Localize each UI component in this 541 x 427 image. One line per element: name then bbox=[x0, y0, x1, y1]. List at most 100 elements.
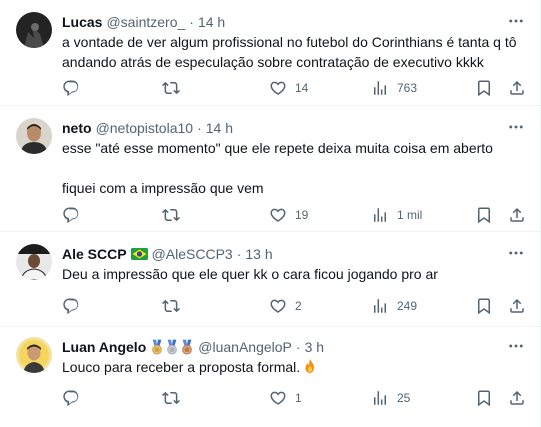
like-button[interactable]: 1 bbox=[269, 387, 302, 409]
reply-button[interactable] bbox=[62, 77, 80, 99]
action-bar: 19 1 mil bbox=[62, 204, 525, 226]
tweet-text: esse "até esse momento" que ele repete d… bbox=[62, 138, 525, 198]
reply-button[interactable] bbox=[62, 204, 80, 226]
author-name[interactable]: Luan Angelo bbox=[62, 339, 146, 355]
medal-icon bbox=[165, 339, 179, 356]
like-button[interactable]: 2 bbox=[269, 295, 302, 317]
retweet-button[interactable] bbox=[162, 204, 180, 226]
views-button[interactable]: 25 bbox=[371, 387, 410, 409]
separator-dot: · bbox=[189, 14, 194, 30]
separator-dot: · bbox=[197, 120, 202, 136]
more-options-button[interactable] bbox=[505, 10, 527, 32]
medal-icon bbox=[150, 339, 164, 356]
share-button[interactable] bbox=[508, 387, 526, 409]
timestamp[interactable]: 13 h bbox=[245, 246, 272, 262]
views-chart-icon bbox=[371, 389, 389, 407]
bookmark-button[interactable] bbox=[475, 204, 493, 226]
author-handle[interactable]: @luanAngeloP bbox=[198, 339, 292, 355]
like-button[interactable]: 19 bbox=[269, 204, 308, 226]
view-count: 763 bbox=[397, 81, 418, 95]
share-button[interactable] bbox=[508, 77, 526, 99]
tweet-text-content: Louco para receber a proposta formal. bbox=[62, 359, 301, 375]
reply-button[interactable] bbox=[62, 387, 80, 409]
bookmark-button[interactable] bbox=[475, 77, 493, 99]
share-icon bbox=[508, 297, 526, 315]
retweet-button[interactable] bbox=[162, 295, 180, 317]
author-name[interactable]: neto bbox=[62, 120, 92, 136]
more-horizontal-icon bbox=[507, 12, 525, 30]
more-options-button[interactable] bbox=[505, 335, 527, 357]
tweet-text-line: fiquei com a impressão que vem bbox=[62, 180, 264, 196]
share-button[interactable] bbox=[508, 204, 526, 226]
reply-icon bbox=[62, 206, 80, 224]
tweet-luan-angelo[interactable]: Luan Angelo @luanAngeloP · 3 h Louco par… bbox=[0, 327, 541, 427]
like-count: 19 bbox=[295, 208, 309, 222]
avatar[interactable] bbox=[16, 12, 52, 48]
like-count: 14 bbox=[295, 81, 309, 95]
share-icon bbox=[508, 206, 526, 224]
tweet-text-line: esse "até esse momento" que ele repete d… bbox=[62, 140, 493, 156]
reply-icon bbox=[62, 79, 80, 97]
like-heart-icon bbox=[269, 297, 287, 315]
like-count: 2 bbox=[295, 299, 302, 313]
reply-icon bbox=[62, 297, 80, 315]
reply-feed: Lucas @saintzero_ · 14 h a vontade de ve… bbox=[0, 0, 541, 427]
author-handle[interactable]: @saintzero_ bbox=[106, 14, 185, 30]
avatar[interactable] bbox=[16, 337, 52, 373]
medal-icon bbox=[180, 339, 194, 356]
separator-dot: · bbox=[236, 246, 242, 262]
tweet-ale-sccp[interactable]: Ale SCCP @AleSCCP3 · 13 h Deu a impressã… bbox=[0, 232, 541, 327]
view-count: 25 bbox=[397, 391, 411, 405]
retweet-button[interactable] bbox=[162, 77, 180, 99]
views-button[interactable]: 1 mil bbox=[371, 204, 422, 226]
action-bar: 2 249 bbox=[62, 295, 525, 317]
like-heart-icon bbox=[269, 389, 287, 407]
retweet-icon bbox=[162, 297, 180, 315]
badge-group bbox=[150, 339, 194, 356]
action-bar: 1 25 bbox=[62, 387, 525, 409]
bookmark-button[interactable] bbox=[475, 387, 493, 409]
views-button[interactable]: 763 bbox=[371, 77, 417, 99]
tweet-text-line: Louco para receber a proposta formal. bbox=[62, 357, 525, 379]
retweet-icon bbox=[162, 79, 180, 97]
tweet-lucas[interactable]: Lucas @saintzero_ · 14 h a vontade de ve… bbox=[0, 0, 541, 106]
tweet-text: Louco para receber a proposta formal. bbox=[62, 357, 525, 379]
like-heart-icon bbox=[269, 79, 287, 97]
timestamp[interactable]: 14 h bbox=[198, 14, 225, 30]
reply-button[interactable] bbox=[62, 295, 80, 317]
views-chart-icon bbox=[371, 206, 389, 224]
more-options-button[interactable] bbox=[505, 242, 527, 264]
like-count: 1 bbox=[295, 391, 302, 405]
timestamp[interactable]: 14 h bbox=[206, 120, 233, 136]
more-horizontal-icon bbox=[507, 118, 525, 136]
bookmark-icon bbox=[475, 389, 493, 407]
like-button[interactable]: 14 bbox=[269, 77, 308, 99]
retweet-button[interactable] bbox=[162, 387, 180, 409]
tweet-text-line: Deu a impressão que ele quer kk o cara f… bbox=[62, 266, 438, 282]
author-handle[interactable]: @netopistola10 bbox=[96, 120, 194, 136]
timestamp[interactable]: 3 h bbox=[305, 339, 324, 355]
views-chart-icon bbox=[371, 79, 389, 97]
bookmark-icon bbox=[475, 206, 493, 224]
tweet-text: a vontade de ver algum profissional no f… bbox=[62, 32, 525, 72]
author-handle[interactable]: @AleSCCP3 bbox=[152, 246, 233, 262]
more-horizontal-icon bbox=[507, 337, 525, 355]
avatar[interactable] bbox=[16, 118, 52, 154]
tweet-neto[interactable]: neto @netopistola10 · 14 h esse "até ess… bbox=[0, 106, 541, 232]
bookmark-button[interactable] bbox=[475, 295, 493, 317]
views-chart-icon bbox=[371, 297, 389, 315]
avatar[interactable] bbox=[16, 244, 52, 280]
more-horizontal-icon bbox=[507, 244, 525, 262]
share-icon bbox=[508, 389, 526, 407]
action-bar: 14 763 bbox=[62, 77, 525, 99]
like-heart-icon bbox=[269, 206, 287, 224]
fire-emoji-icon bbox=[302, 358, 318, 379]
author-name[interactable]: Lucas bbox=[62, 14, 102, 30]
tweet-text-line: a vontade de ver algum profissional no f… bbox=[62, 34, 517, 50]
author-name[interactable]: Ale SCCP bbox=[62, 246, 127, 262]
retweet-icon bbox=[162, 206, 180, 224]
tweet-text-line: andando atrás de especulação sobre contr… bbox=[62, 54, 484, 70]
share-button[interactable] bbox=[508, 295, 526, 317]
more-options-button[interactable] bbox=[505, 116, 527, 138]
views-button[interactable]: 249 bbox=[371, 295, 417, 317]
